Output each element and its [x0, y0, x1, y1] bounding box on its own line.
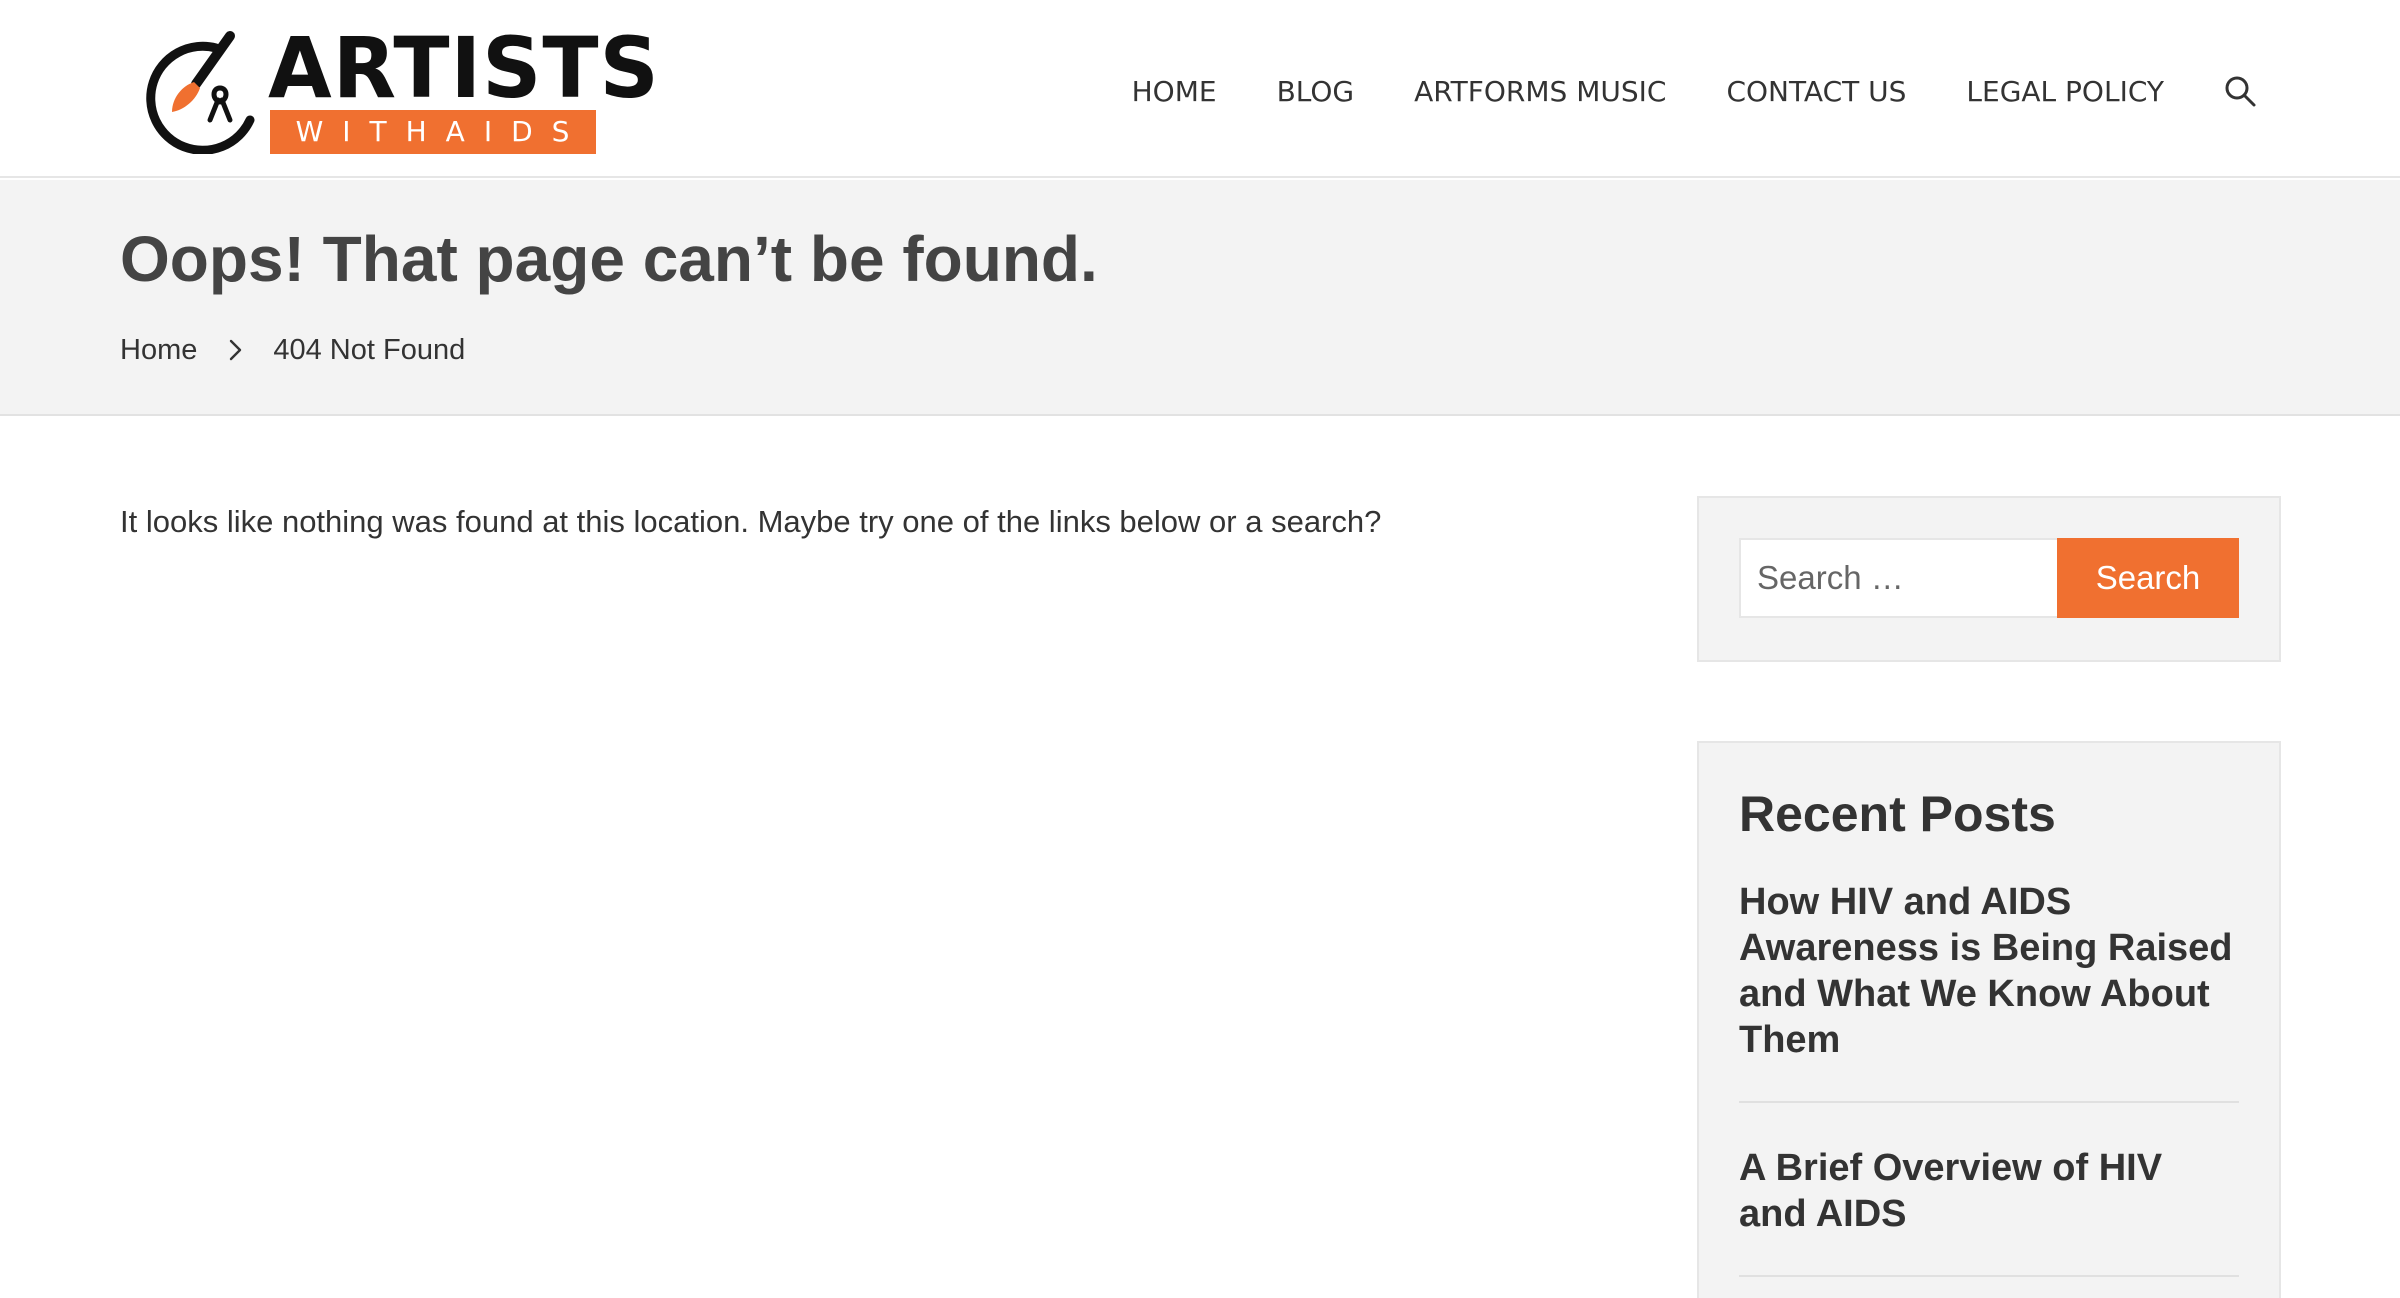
- breadcrumb: Home 404 Not Found: [120, 330, 465, 370]
- search-input[interactable]: [1739, 538, 2057, 618]
- page-title: Oops! That page can’t be found.: [120, 223, 1098, 295]
- list-item: A Brief Overview of HIV and AIDS: [1739, 1145, 2239, 1277]
- recent-posts-title: Recent Posts: [1739, 786, 2056, 842]
- not-found-message: It looks like nothing was found at this …: [120, 504, 1382, 539]
- nav-item-home[interactable]: HOME: [1132, 75, 1217, 108]
- recent-post-link[interactable]: A Brief Overview of HIV and AIDS: [1739, 1145, 2239, 1237]
- recent-post-link[interactable]: How HIV and AIDS Awareness is Being Rais…: [1739, 879, 2239, 1063]
- chevron-right-icon: [215, 330, 255, 370]
- site-header: ARTISTS WITHAIDS HOME BLOG ARTFORMS MUSI…: [0, 0, 2400, 178]
- logo-wordmark: ARTISTS: [268, 19, 660, 117]
- main-navigation: HOME BLOG ARTFORMS MUSIC CONTACT US LEGA…: [1072, 66, 2400, 116]
- nav-item-contact-us[interactable]: CONTACT US: [1726, 75, 1906, 108]
- breadcrumb-home-link[interactable]: Home: [120, 334, 197, 367]
- list-item: How HIV and AIDS Awareness is Being Rais…: [1739, 879, 2239, 1103]
- recent-posts-list: How HIV and AIDS Awareness is Being Rais…: [1739, 879, 2239, 1298]
- nav-item-legal-policy[interactable]: LEGAL POLICY: [1966, 75, 2164, 108]
- search-button[interactable]: Search: [2057, 538, 2239, 618]
- nav-item-blog[interactable]: BLOG: [1277, 75, 1355, 108]
- page-header-band: Oops! That page can’t be found. Home 404…: [0, 180, 2400, 416]
- search-widget: Search: [1697, 496, 2281, 662]
- paintbrush-ribbon-logo-icon: [146, 31, 255, 154]
- search-icon: [2225, 76, 2256, 107]
- logo-tagline-band: WITHAIDS: [270, 110, 596, 154]
- search-toggle-button[interactable]: [2222, 73, 2258, 109]
- site-logo[interactable]: ARTISTS WITHAIDS: [132, 26, 659, 154]
- recent-posts-widget: Recent Posts How HIV and AIDS Awareness …: [1697, 741, 2281, 1298]
- nav-item-artforms-music[interactable]: ARTFORMS MUSIC: [1414, 75, 1666, 108]
- breadcrumb-current: 404 Not Found: [273, 333, 466, 366]
